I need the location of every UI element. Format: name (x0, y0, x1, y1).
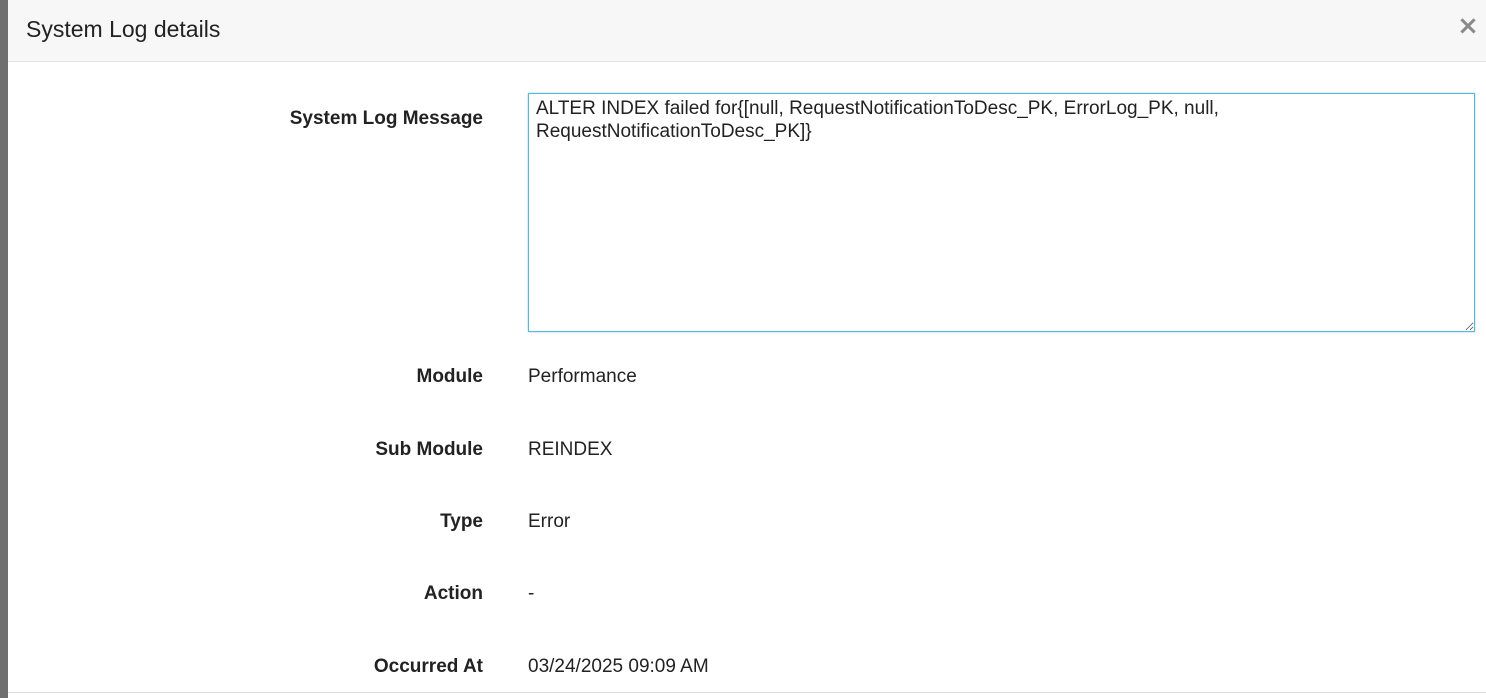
sub-module-label: Sub Module (375, 439, 483, 460)
footer-divider (8, 692, 1486, 693)
module-label: Module (416, 366, 484, 387)
type-label: Type (440, 511, 483, 532)
occurred-at-label: Occurred At (373, 656, 483, 677)
action-label: Action (423, 583, 483, 604)
system-log-dialog: System Log details × System Log Message … (8, 0, 1486, 698)
dialog-title: System Log details (26, 16, 221, 42)
modal-backdrop (0, 0, 8, 698)
action-value: - (528, 583, 535, 604)
sub-module-value: REINDEX (528, 439, 613, 460)
occurred-at-value: 03/24/2025 09:09 AM (528, 656, 709, 677)
close-icon[interactable]: × (1456, 12, 1480, 40)
type-value: Error (528, 511, 571, 532)
dialog-header: System Log details × (8, 0, 1486, 62)
system-log-message-label: System Log Message (289, 108, 483, 129)
system-log-message-field[interactable]: ALTER INDEX failed for{[null, RequestNot… (528, 93, 1475, 332)
module-value: Performance (528, 366, 637, 387)
